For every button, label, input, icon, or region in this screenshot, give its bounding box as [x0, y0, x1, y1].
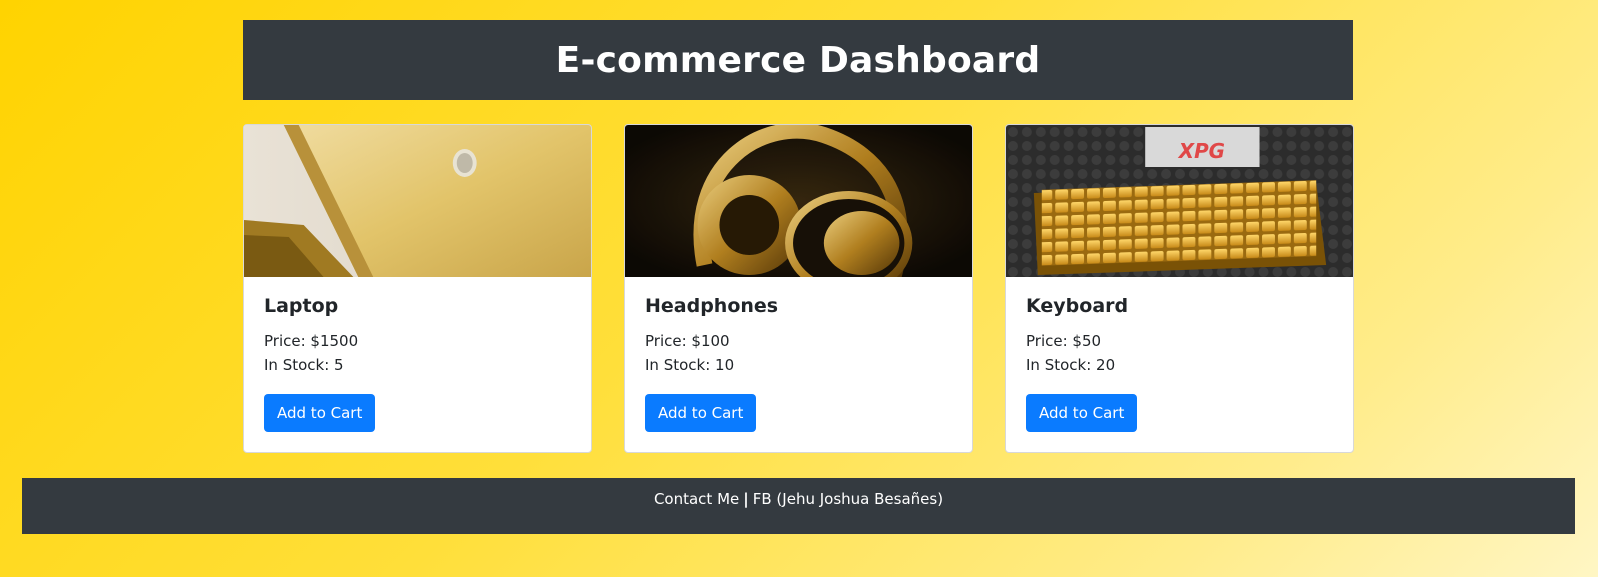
product-name: Headphones: [645, 295, 779, 317]
headphones-image: [625, 125, 972, 277]
laptop-image: [244, 125, 591, 277]
product-price: Price: $1500: [264, 332, 359, 350]
product-name: Keyboard: [1026, 295, 1129, 317]
product-price: Price: $50: [1026, 332, 1102, 350]
product-stock: In Stock: 10: [645, 356, 735, 374]
product-price: Price: $100: [645, 332, 730, 350]
fb-link[interactable]: FB (Jehu Joshua Besañes): [753, 490, 943, 508]
svg-text:XPG: XPG: [1177, 139, 1225, 163]
product-card-headphones: Headphones Price: $100 In Stock: 10 Add …: [624, 124, 973, 453]
page-title: E-commerce Dashboard: [555, 39, 1041, 81]
footer-separator: |: [743, 490, 749, 508]
product-card-laptop: Laptop Price: $1500 In Stock: 5 Add to C…: [243, 124, 592, 453]
product-card-keyboard: XPG Keyboard Price: $50 In Stock: 20 Add…: [1005, 124, 1354, 453]
page-footer: Contact Me | FB (Jehu Joshua Besañes): [22, 478, 1575, 534]
product-stock: In Stock: 20: [1026, 356, 1116, 374]
add-to-cart-button[interactable]: Add to Cart: [1026, 394, 1138, 432]
add-to-cart-button[interactable]: Add to Cart: [264, 394, 376, 432]
contact-me-link[interactable]: Contact Me: [654, 490, 739, 508]
product-stock: In Stock: 5: [264, 356, 344, 374]
keyboard-image: XPG: [1006, 125, 1353, 277]
add-to-cart-button[interactable]: Add to Cart: [645, 394, 757, 432]
product-name: Laptop: [264, 295, 339, 317]
page-header: E-commerce Dashboard: [243, 20, 1353, 100]
